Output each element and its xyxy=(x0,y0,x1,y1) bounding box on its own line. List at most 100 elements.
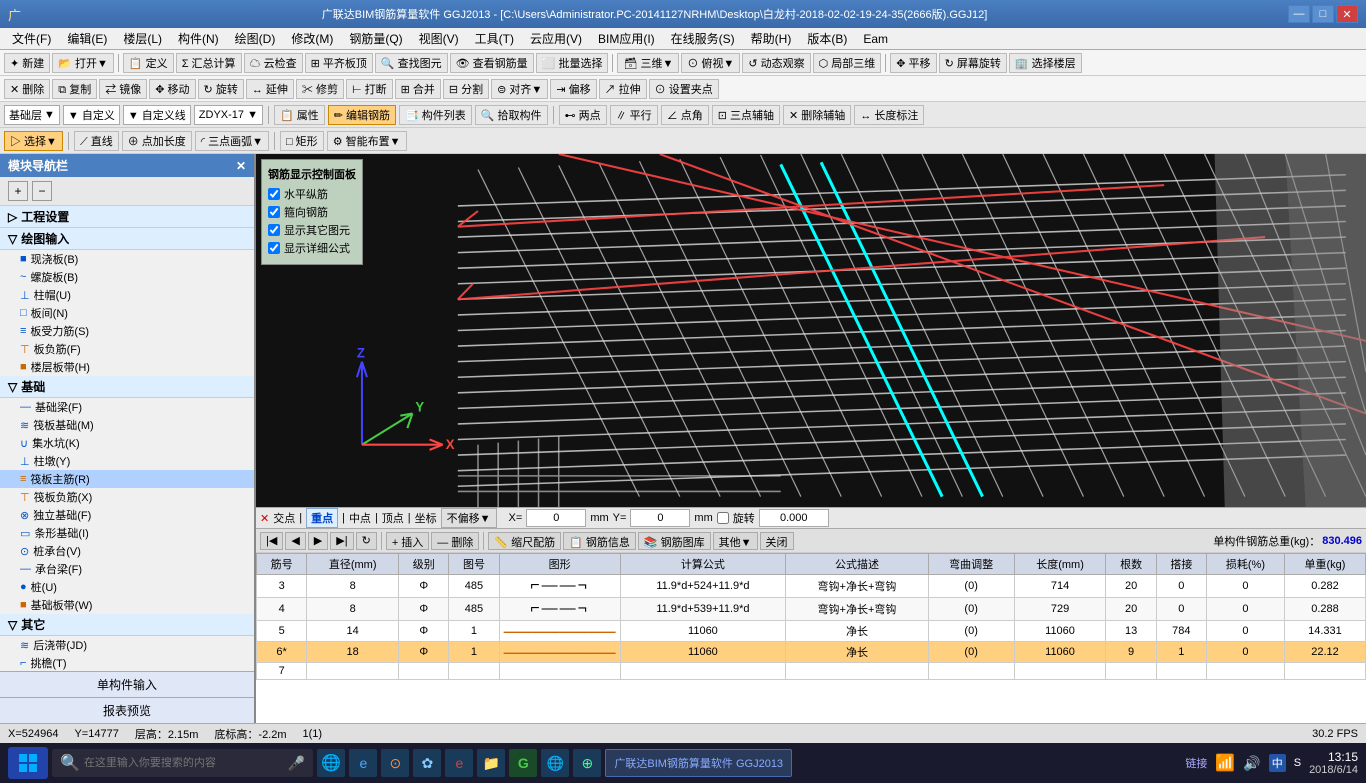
menu-rebar-qty[interactable]: 钢筋量(Q) xyxy=(341,28,410,49)
select-floor-button[interactable]: 🏢 选择楼层 xyxy=(1009,53,1082,73)
3d-button[interactable]: 🗃 三维▼ xyxy=(617,53,679,73)
sidebar-item-raft-neg-rebar[interactable]: ⊤筏板负筋(X) xyxy=(0,488,254,506)
customline-dropdown[interactable]: ▼ 自定义线 xyxy=(123,105,191,125)
snap-x-input[interactable] xyxy=(526,509,586,527)
scale-rebar-button[interactable]: 📏 缩尺配筋 xyxy=(488,532,561,550)
pick-component-button[interactable]: 🔍 拾取构件 xyxy=(475,105,548,125)
snap-no-offset[interactable]: 不偏移▼ xyxy=(441,508,497,528)
maximize-button[interactable]: □ xyxy=(1312,5,1334,23)
sidebar-item-strip-found[interactable]: ▭条形基础(I) xyxy=(0,524,254,542)
break-button[interactable]: ⊢ 打断 xyxy=(346,79,393,99)
arc-button[interactable]: ◜ 三点画弧▼ xyxy=(195,131,269,151)
snap-rotate-input[interactable] xyxy=(759,509,829,527)
sidebar-section-project[interactable]: ▷ 工程设置 xyxy=(0,206,254,228)
stirrup-rebar-checkbox[interactable] xyxy=(268,206,280,218)
sidebar-section-draw[interactable]: ▽ 绘图输入 xyxy=(0,228,254,250)
sidebar-section-foundation[interactable]: ▽ 基础 xyxy=(0,376,254,398)
start-button[interactable] xyxy=(8,747,48,779)
delete-aux-button[interactable]: ✕ 删除辅轴 xyxy=(783,105,851,125)
sidebar-add-button[interactable]: + xyxy=(8,181,28,201)
delete-button[interactable]: ✕ 删除 xyxy=(4,79,50,99)
sidebar-item-sump[interactable]: ∪集水坑(K) xyxy=(0,434,254,452)
sidebar-item-cap-beam[interactable]: —承台梁(F) xyxy=(0,560,254,578)
select-button[interactable]: ▷ 选择▼ xyxy=(4,131,63,151)
calc-button[interactable]: Σ 汇总计算 xyxy=(176,53,242,73)
smart-layout-button[interactable]: ⚙ 智能布置▼ xyxy=(327,131,407,151)
taskbar-app-edge[interactable]: e xyxy=(349,749,377,777)
point-angle-button[interactable]: ∠ 点角 xyxy=(661,105,709,125)
sidebar-item-raft[interactable]: ≋筏板基础(M) xyxy=(0,416,254,434)
batch-select-button[interactable]: ⬜ 批量选择 xyxy=(536,53,609,73)
sidebar-item-slab-rebar[interactable]: ≡板受力筋(S) xyxy=(0,322,254,340)
snap-rotate-checkbox[interactable] xyxy=(717,512,729,524)
open-button[interactable]: 📂 打开▼ xyxy=(52,53,114,73)
stretch-button[interactable]: ↗ 拉伸 xyxy=(599,79,647,99)
tray-ime-en[interactable]: S xyxy=(1294,757,1301,769)
table-row[interactable]: 5 14 Φ 1 ———————— 11060 净长 (0) 11060 13 … xyxy=(257,621,1366,642)
floor-dropdown[interactable]: 基础层 ▼ xyxy=(4,105,60,125)
two-point-button[interactable]: ⊷ 两点 xyxy=(559,105,607,125)
table-row[interactable]: 4 8 Φ 485 ⌐——¬ 11.9*d+539+11.9*d 弯钩+净长+弯… xyxy=(257,598,1366,621)
show-elements-checkbox[interactable] xyxy=(268,224,280,236)
align-button[interactable]: ⊜ 对齐▼ xyxy=(491,79,548,99)
zdyx-dropdown[interactable]: ZDYX-17 ▼ xyxy=(194,105,263,125)
parallel-button[interactable]: ∥ 平行 xyxy=(610,105,658,125)
view-rebar-button[interactable]: 👁 查看钢筋量 xyxy=(450,53,534,73)
insert-button[interactable]: + 插入 xyxy=(386,532,429,550)
trim-button[interactable]: ✂ 修剪 xyxy=(296,79,344,99)
set-grip-button[interactable]: ⊙ 设置夹点 xyxy=(649,79,719,99)
sidebar-item-slab-gap[interactable]: □板间(N) xyxy=(0,304,254,322)
sidebar-item-spiral-slab[interactable]: ~螺旋板(B) xyxy=(0,268,254,286)
new-button[interactable]: ✦ 新建 xyxy=(4,53,50,73)
nav-next-button[interactable]: ▶ xyxy=(308,532,328,550)
offset-button[interactable]: ⇥ 偏移 xyxy=(550,79,596,99)
snap-midpoint[interactable]: 重点 xyxy=(306,508,338,528)
table-row[interactable]: 3 8 Φ 485 ⌐——¬ 11.9*d+524+11.9*d 弯钩+净长+弯… xyxy=(257,575,1366,598)
menu-cloud[interactable]: 云应用(V) xyxy=(522,28,590,49)
taskbar-active-app[interactable]: 广联达BIM钢筋算量软件 GGJ2013 xyxy=(605,749,792,777)
menu-tools[interactable]: 工具(T) xyxy=(467,28,522,49)
split-button[interactable]: ⊟ 分割 xyxy=(443,79,489,99)
property-button[interactable]: 📋 属性 xyxy=(274,105,325,125)
taskbar-app-plus[interactable]: ⊕ xyxy=(573,749,601,777)
menu-online[interactable]: 在线服务(S) xyxy=(663,28,743,49)
menu-bim[interactable]: BIM应用(I) xyxy=(590,28,663,49)
menu-modify[interactable]: 修改(M) xyxy=(283,28,341,49)
rotate-button[interactable]: ↻ 旋转 xyxy=(198,79,244,99)
sidebar-item-isolated-found[interactable]: ⊗独立基础(F) xyxy=(0,506,254,524)
table-row[interactable]: 6* 18 Φ 1 ———————— 11060 净长 (0) 11060 9 … xyxy=(257,642,1366,663)
rect-button[interactable]: □ 矩形 xyxy=(280,131,324,151)
taskbar-app-fan[interactable]: ✿ xyxy=(413,749,441,777)
other-button[interactable]: 其他▼ xyxy=(713,532,758,550)
sidebar-item-pile-cap[interactable]: ⊙桩承台(V) xyxy=(0,542,254,560)
horizontal-rebar-checkbox[interactable] xyxy=(268,188,280,200)
rebar-horizontal-toggle[interactable]: 水平纵筋 xyxy=(268,186,356,202)
nav-last-button[interactable]: ▶| xyxy=(330,532,353,550)
nav-refresh-button[interactable]: ↻ xyxy=(356,532,377,550)
pan-button[interactable]: ✥ 平移 xyxy=(890,53,936,73)
custom-dropdown[interactable]: ▼ 自定义 xyxy=(63,105,120,125)
sidebar-item-pile[interactable]: ●桩(U) xyxy=(0,578,254,596)
rebar-show-formula-toggle[interactable]: 显示详细公式 xyxy=(268,240,356,256)
menu-draw[interactable]: 绘图(D) xyxy=(227,28,284,49)
menu-file[interactable]: 文件(F) xyxy=(4,28,59,49)
rebar-info-button[interactable]: 📋 钢筋信息 xyxy=(563,532,636,550)
sidebar-item-eave[interactable]: ⌐挑檐(T) xyxy=(0,654,254,671)
snap-coord[interactable]: 坐标 xyxy=(415,510,437,526)
local-3d-button[interactable]: ⬡ 局部三维 xyxy=(813,53,882,73)
taskbar-app-g[interactable]: G xyxy=(509,749,537,777)
minimize-button[interactable]: — xyxy=(1288,5,1310,23)
taskbar-app-net[interactable]: 🌐 xyxy=(541,749,569,777)
three-point-aux-button[interactable]: ⊡ 三点辅轴 xyxy=(712,105,780,125)
close-rebar-button[interactable]: 关闭 xyxy=(760,532,794,550)
line-button[interactable]: ⟋ 直线 xyxy=(74,131,119,151)
menu-eam[interactable]: Eam xyxy=(855,30,896,48)
sidebar-item-raft-main-rebar[interactable]: ≡筏板主筋(R) xyxy=(0,470,254,488)
menu-floor[interactable]: 楼层(L) xyxy=(115,28,170,49)
mirror-button[interactable]: ⇄ 镜像 xyxy=(99,79,147,99)
move-button[interactable]: ✥ 移动 xyxy=(149,79,195,99)
single-component-input-button[interactable]: 单构件输入 xyxy=(0,672,254,698)
rebar-show-elements-toggle[interactable]: 显示其它图元 xyxy=(268,222,356,238)
edit-rebar-button[interactable]: ✏ 编辑钢筋 xyxy=(328,105,396,125)
sidebar-section-other[interactable]: ▽ 其它 xyxy=(0,614,254,636)
